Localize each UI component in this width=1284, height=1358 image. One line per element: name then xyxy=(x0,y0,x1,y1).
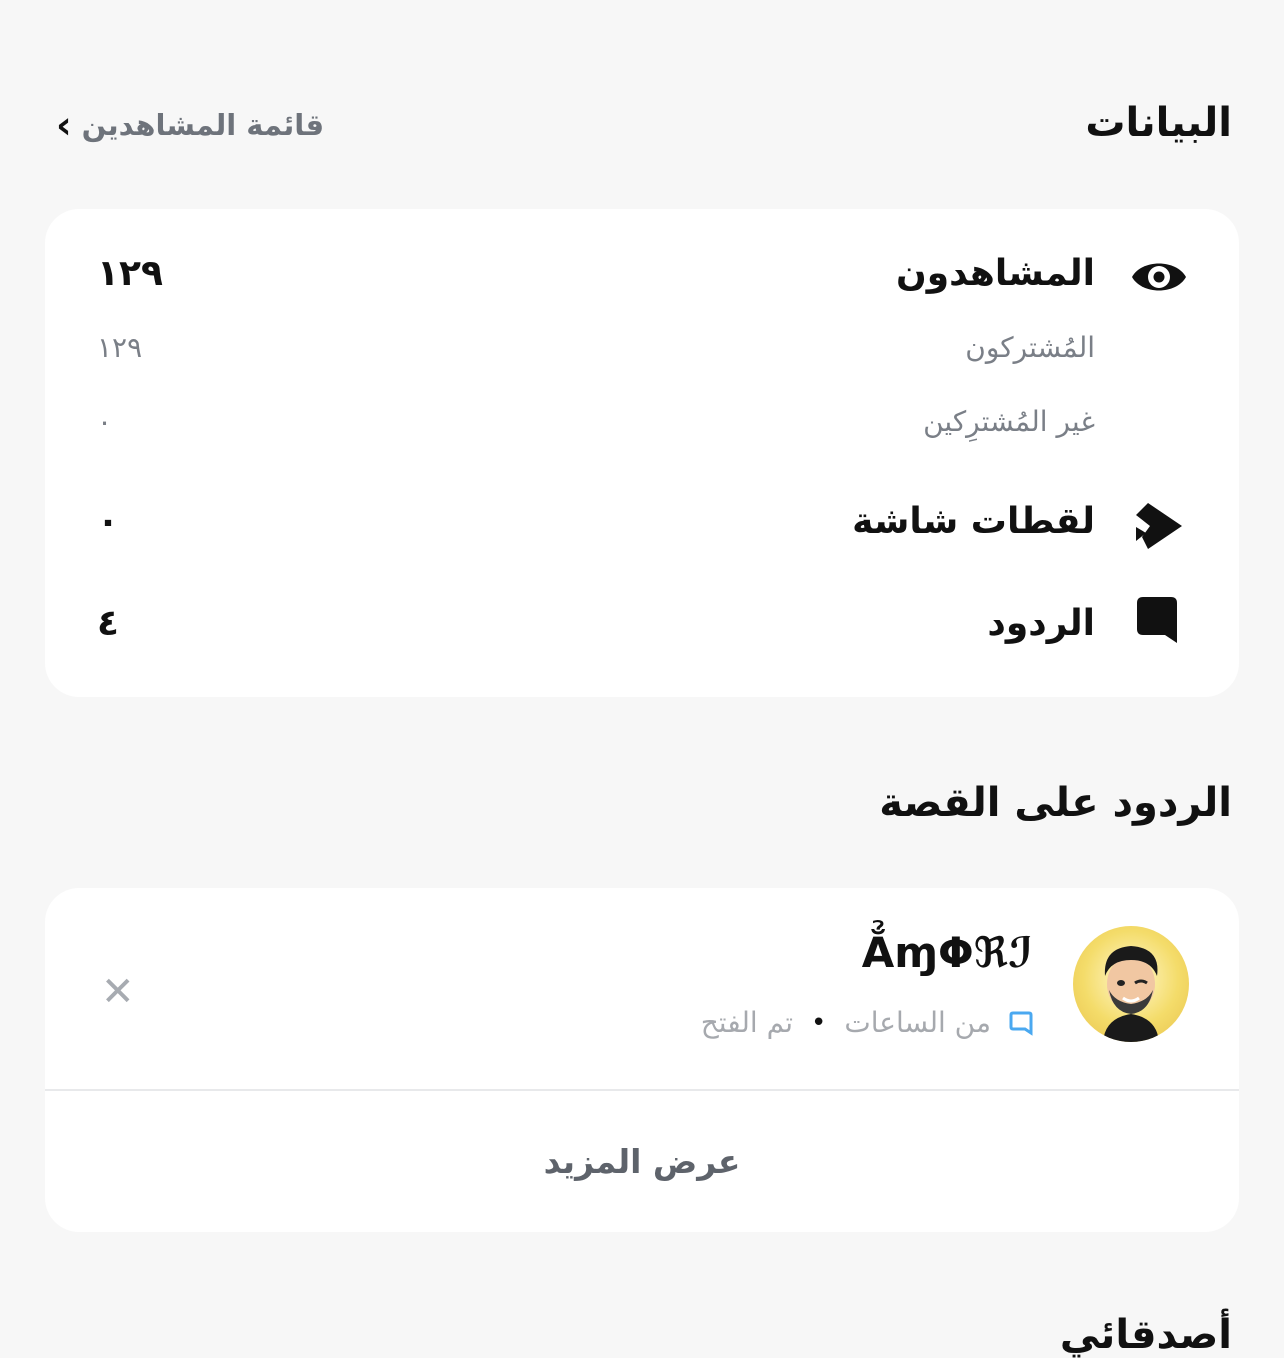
reply-time: من الساعات xyxy=(844,1006,991,1039)
show-more-label: عرض المزيد xyxy=(543,1142,741,1181)
chat-bubble-icon xyxy=(1135,595,1179,647)
viewers-label: المشاهدون xyxy=(895,253,1095,294)
chevron-left-icon: ‹ xyxy=(56,103,72,147)
screenshot-icon xyxy=(1132,499,1186,553)
viewers-list-label: قائمة المشاهدين xyxy=(81,108,325,142)
chat-small-icon xyxy=(1009,1011,1033,1036)
reply-separator: • xyxy=(811,1007,827,1038)
reply-meta: من الساعات • تم الفتح xyxy=(701,1006,1033,1039)
non-subscribers-label: غير المُشترِكين xyxy=(923,405,1095,438)
replies-label: الردود xyxy=(987,603,1095,644)
replies-card: ẲɱΦℜℐ من الساعات • تم الفتح ✕ عرض المزيد xyxy=(45,888,1239,1232)
replies-value: ٤ xyxy=(97,603,119,644)
friends-section-title: أصدقائي xyxy=(1059,1312,1232,1358)
viewers-list-link[interactable]: ‹ قائمة المشاهدين xyxy=(56,106,324,144)
page-title: البيانات xyxy=(1085,100,1232,146)
screenshots-label: لقطات شاشة xyxy=(852,501,1095,542)
viewers-value: ١٢٩ xyxy=(97,253,163,294)
non-subscribers-value: ٠ xyxy=(97,405,113,438)
replies-section-title: الردود على القصة xyxy=(879,780,1232,826)
reply-name: ẲɱΦℜℐ xyxy=(861,928,1033,977)
show-more-button[interactable]: عرض المزيد xyxy=(45,1091,1239,1232)
reply-item[interactable]: ẲɱΦℜℐ من الساعات • تم الفتح ✕ xyxy=(45,888,1239,1088)
screenshots-value: ٠ xyxy=(97,501,119,542)
close-icon[interactable]: ✕ xyxy=(101,972,135,1012)
subscribers-value: ١٢٩ xyxy=(97,331,143,364)
reply-status: تم الفتح xyxy=(700,1006,794,1039)
eye-icon xyxy=(1130,255,1188,299)
stats-card: المشاهدون ١٢٩ المُشتركون ١٢٩ غير المُشتر… xyxy=(45,209,1239,697)
avatar xyxy=(1073,926,1189,1042)
subscribers-label: المُشتركون xyxy=(965,331,1095,364)
